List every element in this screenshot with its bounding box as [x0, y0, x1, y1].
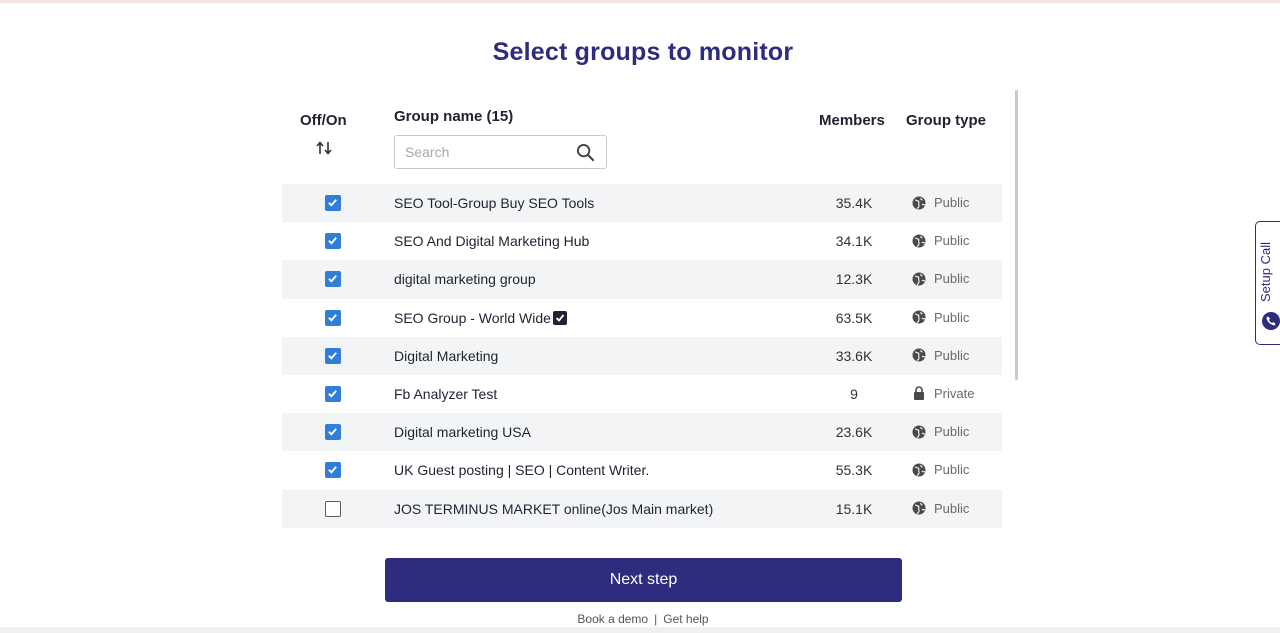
group-name-text: Fb Analyzer Test	[394, 385, 498, 402]
globe-icon	[912, 310, 926, 324]
group-type: Public	[912, 195, 969, 210]
members-count: 55.3K	[835, 462, 873, 479]
globe-icon	[912, 234, 926, 248]
setup-call-tab[interactable]: Setup Call	[1255, 221, 1280, 345]
table-row[interactable]: SEO Tool-Group Buy SEO Tools 35.4K Public	[282, 184, 1002, 223]
group-toggle-checkbox[interactable]	[325, 195, 341, 211]
group-name-text: digital marketing group	[394, 271, 536, 288]
group-type: Public	[912, 271, 969, 286]
group-type-label: Public	[934, 462, 970, 478]
group-toggle-checkbox[interactable]	[325, 271, 341, 288]
globe-icon	[912, 272, 926, 286]
group-type: Public	[912, 310, 969, 325]
members-count: 34.1K	[835, 233, 873, 250]
group-type: Public	[912, 233, 969, 248]
table-row[interactable]: Fb Analyzer Test 9 Private	[282, 375, 1002, 413]
footer-separator: |	[654, 612, 658, 626]
group-name-text: SEO And Digital Marketing Hub	[394, 233, 590, 250]
search-input[interactable]	[405, 142, 565, 162]
group-toggle-checkbox[interactable]	[325, 462, 341, 479]
group-toggle-checkbox[interactable]	[325, 424, 341, 441]
footer-links: Book a demo | Get help	[0, 612, 1280, 626]
search-box	[394, 135, 607, 169]
groups-table: Off/On Group name (15) Members Group typ…	[282, 100, 1002, 530]
group-name: Digital marketing USA	[394, 424, 531, 440]
header-offon: Off/On	[300, 112, 347, 129]
table-row[interactable]: SEO And Digital Marketing Hub 34.1K Public	[282, 222, 1002, 260]
group-name-text: JOS TERMINUS MARKET online(Jos Main mark…	[394, 500, 714, 517]
setup-call-label: Setup Call	[1258, 242, 1273, 302]
search-icon[interactable]	[576, 143, 595, 162]
members-count: 23.6K	[835, 424, 873, 441]
group-name: UK Guest posting | SEO | Content Writer.	[394, 462, 649, 478]
group-name-text: SEO Group - World Wide	[394, 309, 551, 326]
globe-icon	[912, 348, 926, 362]
phone-icon	[1262, 312, 1280, 330]
header-members: Members	[819, 112, 885, 129]
table-row[interactable]: Digital Marketing 33.6K Public	[282, 336, 1002, 375]
page-title: Select groups to monitor	[492, 38, 794, 66]
group-name: SEO And Digital Marketing Hub	[394, 233, 589, 249]
group-name: Fb Analyzer Test	[394, 386, 497, 402]
members-count: 63.5K	[835, 309, 873, 326]
group-toggle-checkbox[interactable]	[325, 309, 341, 326]
header-group-type: Group type	[906, 112, 987, 129]
group-name: SEO Tool-Group Buy SEO Tools	[394, 195, 594, 211]
members-count: 9	[850, 385, 858, 402]
group-name-text: Digital marketing USA	[394, 424, 531, 441]
header-group-name: Group name (15)	[394, 108, 514, 125]
members-count: 12.3K	[835, 271, 873, 288]
table-row[interactable]: UK Guest posting | SEO | Content Writer.…	[282, 451, 1002, 489]
group-toggle-checkbox[interactable]	[325, 500, 341, 517]
top-strip	[0, 0, 1280, 3]
globe-icon	[912, 501, 926, 515]
group-name: JOS TERMINUS MARKET online(Jos Main mark…	[394, 501, 713, 517]
group-type-label: Public	[934, 271, 970, 287]
table-row[interactable]: SEO Group - World Wide 63.5K Public	[282, 299, 1002, 337]
group-type-label: Private	[934, 385, 975, 401]
table-row[interactable]: digital marketing group 12.3K Public	[282, 260, 1002, 299]
verified-check-icon	[552, 310, 567, 325]
book-demo-link[interactable]: Book a demo	[577, 612, 648, 626]
group-type-label: Public	[934, 195, 970, 210]
globe-icon	[912, 425, 926, 439]
group-name-text: Digital Marketing	[394, 347, 499, 364]
group-name: digital marketing group	[394, 271, 536, 287]
next-step-button[interactable]: Next step	[385, 558, 902, 602]
group-name: Digital Marketing	[394, 348, 498, 364]
group-toggle-checkbox[interactable]	[325, 385, 341, 402]
globe-icon	[912, 463, 926, 477]
group-type: Public	[912, 348, 969, 363]
group-type: Public	[912, 424, 969, 439]
group-name-text: UK Guest posting | SEO | Content Writer.	[394, 462, 650, 479]
group-type-label: Public	[934, 424, 970, 440]
globe-icon	[912, 196, 926, 209]
members-count: 33.6K	[835, 347, 873, 364]
group-type: Public	[912, 462, 969, 477]
table-scrollbar[interactable]	[1015, 90, 1018, 380]
members-count: 15.1K	[835, 500, 873, 517]
group-type-label: Public	[934, 233, 970, 249]
group-type-label: Public	[934, 500, 970, 516]
group-type-label: Public	[934, 309, 970, 325]
bottom-strip	[0, 627, 1280, 633]
group-type: Public	[912, 501, 969, 516]
group-name: SEO Group - World Wide	[394, 310, 567, 326]
group-name-text: SEO Tool-Group Buy SEO Tools	[394, 195, 595, 211]
members-count: 35.4K	[835, 195, 873, 211]
table-body: SEO Tool-Group Buy SEO Tools 35.4K Public S…	[282, 184, 1002, 528]
group-type: Private	[912, 386, 974, 401]
sort-icon[interactable]	[315, 140, 333, 156]
get-help-link[interactable]: Get help	[663, 612, 708, 626]
lock-icon	[914, 386, 924, 401]
table-row[interactable]: JOS TERMINUS MARKET online(Jos Main mark…	[282, 489, 1002, 528]
group-toggle-checkbox[interactable]	[325, 233, 341, 250]
group-type-label: Public	[934, 347, 970, 363]
table-row[interactable]: Digital marketing USA 23.6K Public	[282, 413, 1002, 452]
group-toggle-checkbox[interactable]	[325, 347, 341, 364]
